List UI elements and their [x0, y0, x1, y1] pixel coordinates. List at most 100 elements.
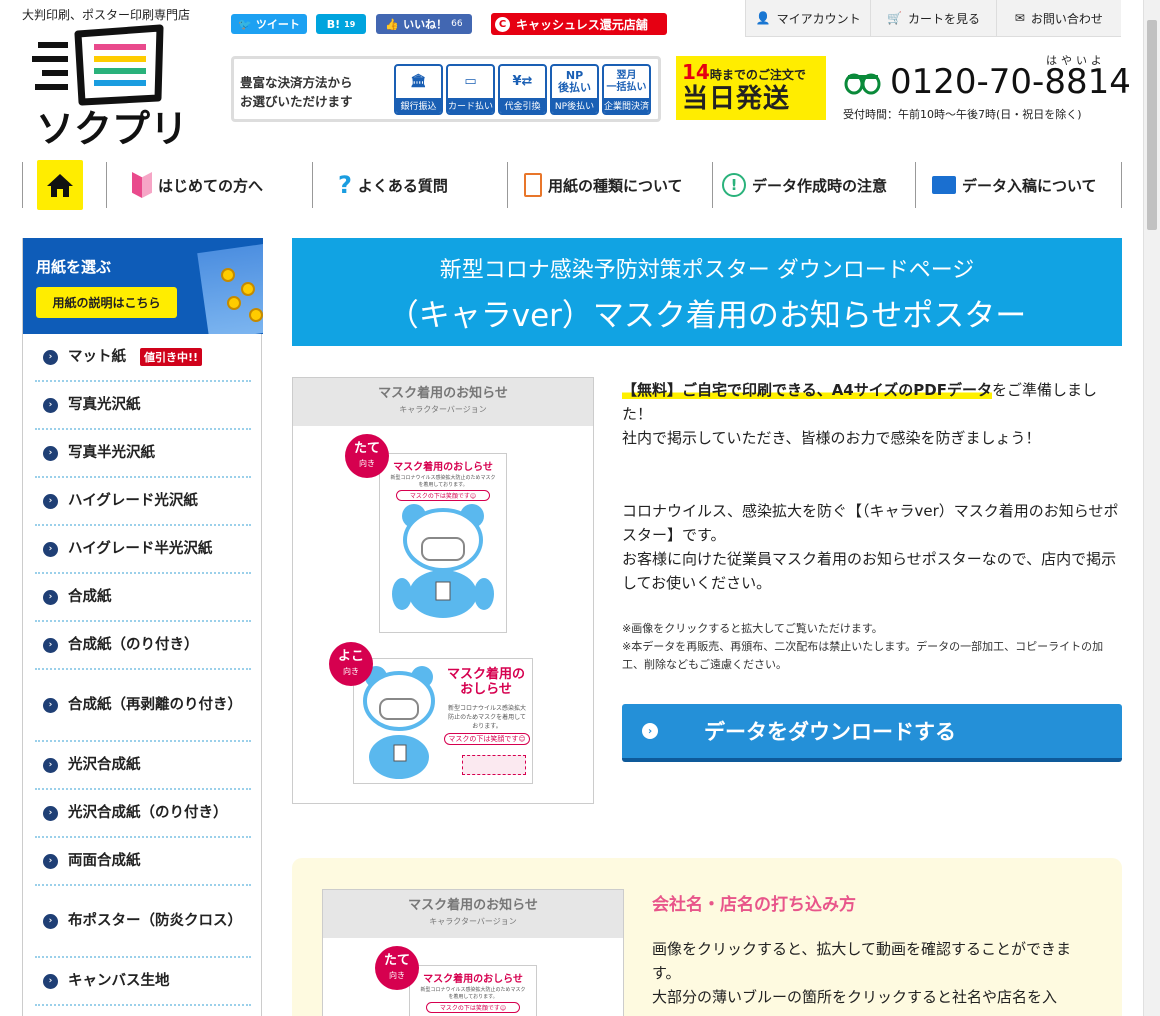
sidebar-item-glossy-synthetic-adhesive[interactable]: › 光沢合成紙（のり付き） — [35, 790, 251, 838]
sidebar-item-photo-glossy[interactable]: › 写真光沢紙 — [35, 382, 251, 430]
poster-preview-header: マスク着用のお知らせ キャラクターバージョン — [293, 378, 593, 426]
sidebar-item-synthetic-removable[interactable]: › 合成紙（再剥離のり付き） — [35, 670, 251, 742]
flower — [221, 268, 235, 282]
cart-link[interactable]: 🛒 カートを見る — [870, 0, 995, 36]
sidebar-item-synthetic-adhesive[interactable]: › 合成紙（のり付き） — [35, 622, 251, 670]
download-button[interactable]: › データをダウンロードする — [622, 704, 1122, 762]
howto-sheet-smile: マスクの下は笑顔です☺ — [426, 1002, 520, 1013]
phone-number[interactable]: 0120-70-8814 — [890, 62, 1131, 102]
chevron-right-icon: › — [43, 853, 58, 869]
corporate-payment-icon: 翌月 一括払い 企業間決済 — [602, 64, 651, 115]
like-label: いいね！ — [403, 18, 448, 31]
sidebar: 用紙を選ぶ 用紙の説明はこちら › マット紙 値引き中!! › 写真光沢紙 › 写真半光… — [22, 238, 263, 1016]
howto-badge-label: たて — [383, 953, 410, 968]
sidebar-item-high-grade-glossy[interactable]: › ハイグレード光沢紙 — [35, 478, 251, 526]
like-count: 66 — [451, 19, 463, 29]
same-day-line2: 当日発送 — [682, 84, 791, 114]
sidebar-item-label: ハイグレード光沢紙 — [68, 493, 198, 509]
cart-label: カートを見る — [907, 11, 980, 26]
home-icon — [47, 174, 73, 197]
sidebar-item-label: 光沢合成紙（のり付き） — [68, 805, 228, 821]
np-label: NP後払い — [552, 98, 597, 113]
discount-badge: 値引き中!! — [140, 348, 203, 366]
company-name-area — [462, 755, 526, 775]
sidebar-item-synthetic[interactable]: › 合成紙 — [35, 574, 251, 622]
nav-paper-types[interactable]: 用紙の種類について — [524, 160, 683, 210]
sidebar-item-double-sided[interactable]: › 両面合成紙 — [35, 838, 251, 886]
site-logo[interactable]: ソクプリ — [30, 24, 200, 151]
np-postpay-icon: NP 後払い NP後払い — [550, 64, 599, 115]
cashless-label: キャッシュレス還元店舗 — [516, 17, 648, 32]
nav-paper-types-label: 用紙の種類について — [548, 176, 683, 195]
paper-icon — [524, 173, 542, 197]
beginner-mark-icon — [132, 172, 152, 198]
business-hours: 受付時間：午前10時〜午後7時(日・祝日を除く) — [843, 108, 1082, 121]
howto-poster-preview[interactable]: マスク着用のお知らせ キャラクターバージョン マスク着用のおしらせ 新型コロナウイ… — [322, 889, 624, 1016]
landscape-poster-thumbnail[interactable]: マスク着用の おしらせ 新型コロナウイルス感染拡大防止のためマスクを着用しておりま… — [353, 658, 533, 784]
flower — [249, 308, 263, 322]
portrait-poster-thumbnail[interactable]: マスク着用のおしらせ 新型コロナウイルス感染拡大防止のためマスクを着用しておりま… — [379, 453, 507, 633]
poster-head-subtitle: キャラクターバージョン — [399, 405, 487, 414]
top-navigation: 👤 マイアカウント 🛒 カートを見る ✉ お問い合わせ — [745, 0, 1121, 37]
sidebar-item-glossy-synthetic[interactable]: › 光沢合成紙 — [35, 742, 251, 790]
tweet-button[interactable]: 🐦 ツイート — [231, 14, 307, 34]
howto-title: 会社名・店名の打ち込み方 — [652, 895, 856, 915]
nav-data-submission[interactable]: データ入稿について — [932, 160, 1097, 210]
landscape-badge: よこ 向き — [329, 642, 373, 686]
sidebar-item-label: キャンバス生地 — [68, 973, 170, 989]
tweet-label: ツイート — [255, 18, 300, 31]
sidebar-header: 用紙を選ぶ 用紙の説明はこちら — [23, 238, 263, 334]
howto-text: 画像をクリックすると、拡大して動画を確認することができます。 大部分の薄いブルー… — [652, 937, 1092, 1009]
chevron-right-icon: › — [43, 589, 58, 605]
logo-text: ソクプリ — [36, 107, 188, 146]
freedial-icon — [844, 72, 882, 96]
sidebar-item-canvas[interactable]: › キャンバス生地 — [35, 958, 251, 1006]
sidebar-item-cloth-poster[interactable]: › 布ポスター（防炎クロス） — [35, 886, 251, 958]
hatena-bookmark-button[interactable]: B! 19 — [316, 14, 366, 34]
free-pdf-highlight: 【無料】ご自宅で印刷できる、A4サイズのPDFデータ — [622, 381, 992, 399]
payment-text: 豊富な決済方法から お選びいただけます — [240, 73, 353, 111]
chevron-right-icon: › — [43, 913, 58, 929]
download-button-label: データをダウンロードする — [704, 720, 956, 744]
sidebar-item-label: 合成紙 — [68, 589, 112, 605]
my-account-link[interactable]: 👤 マイアカウント — [745, 0, 870, 36]
note-redistribution: ※本データを再販売、再頒布、二次配布は禁止いたします。データの一部加工、コピーラ… — [622, 640, 1104, 671]
nav-data-caution[interactable]: ! データ作成時の注意 — [722, 160, 887, 210]
contact-link[interactable]: ✉ お問い合わせ — [995, 0, 1121, 36]
bank-label: 銀行振込 — [396, 98, 441, 113]
cashless-badge[interactable]: C キャッシュレス還元店舗 — [491, 13, 667, 35]
twitter-icon: 🐦 — [238, 17, 252, 31]
chevron-right-icon: › — [43, 493, 58, 509]
payment-text-line2: お選びいただけます — [240, 94, 353, 109]
howto-badge-sub: 向き — [389, 971, 405, 980]
sidebar-item-photo-semi-glossy[interactable]: › 写真半光沢紙 — [35, 430, 251, 478]
scrollbar-thumb[interactable] — [1147, 20, 1157, 230]
nav-data-submission-label: データ入稿について — [962, 176, 1097, 195]
portrait-badge: たて 向き — [345, 434, 389, 478]
sidebar-item-matte[interactable]: › マット紙 値引き中!! — [35, 334, 251, 382]
facebook-like-button[interactable]: 👍 いいね！ 66 — [376, 14, 472, 34]
howto-poster-head-subtitle: キャラクターバージョン — [429, 917, 517, 926]
nav-faq[interactable]: ? よくある質問 — [338, 160, 448, 210]
sidebar-item-label: ハイグレード半光沢紙 — [68, 541, 213, 557]
page-title: （キャラver）マスク着用のお知らせポスター — [387, 298, 1027, 334]
paper-guide-button[interactable]: 用紙の説明はこちら — [36, 287, 177, 318]
sidebar-item-label: 両面合成紙 — [68, 853, 141, 869]
payment-text-line1: 豊富な決済方法から — [240, 75, 353, 90]
intro-text-line2: 社内で掲示していただき、皆様のお力で感染を防ぎましょう！ — [622, 429, 1041, 447]
poster-preview[interactable]: マスク着用のお知らせ キャラクターバージョン マスク着用のおしらせ 新型コロナウイ… — [292, 377, 594, 804]
howto-sheet-text: 新型コロナウイルス感染拡大防止のためマスクを着用しております。 — [420, 987, 526, 1000]
sidebar-item-label: 布ポスター（防炎クロス） — [68, 913, 242, 929]
sidebar-item-high-grade-semi-glossy[interactable]: › ハイグレード半光沢紙 — [35, 526, 251, 574]
sidebar-item-label: マット紙 — [68, 349, 126, 365]
nav-beginners[interactable]: はじめての方へ — [132, 160, 263, 210]
home-button[interactable] — [37, 160, 83, 210]
chevron-right-icon: › — [43, 973, 58, 989]
chevron-right-icon: › — [43, 805, 58, 821]
vertical-scrollbar[interactable] — [1143, 0, 1160, 1016]
landscape-poster-title-2: おしらせ — [460, 682, 512, 697]
usage-notes: ※画像をクリックすると拡大してご覧いただけます。 ※本データを再販売、再頒布、二… — [622, 620, 1122, 674]
bank-transfer-icon: 🏛 銀行振込 — [394, 64, 443, 115]
chevron-right-icon: › — [43, 397, 58, 413]
card-symbol: ▭ — [464, 74, 477, 89]
